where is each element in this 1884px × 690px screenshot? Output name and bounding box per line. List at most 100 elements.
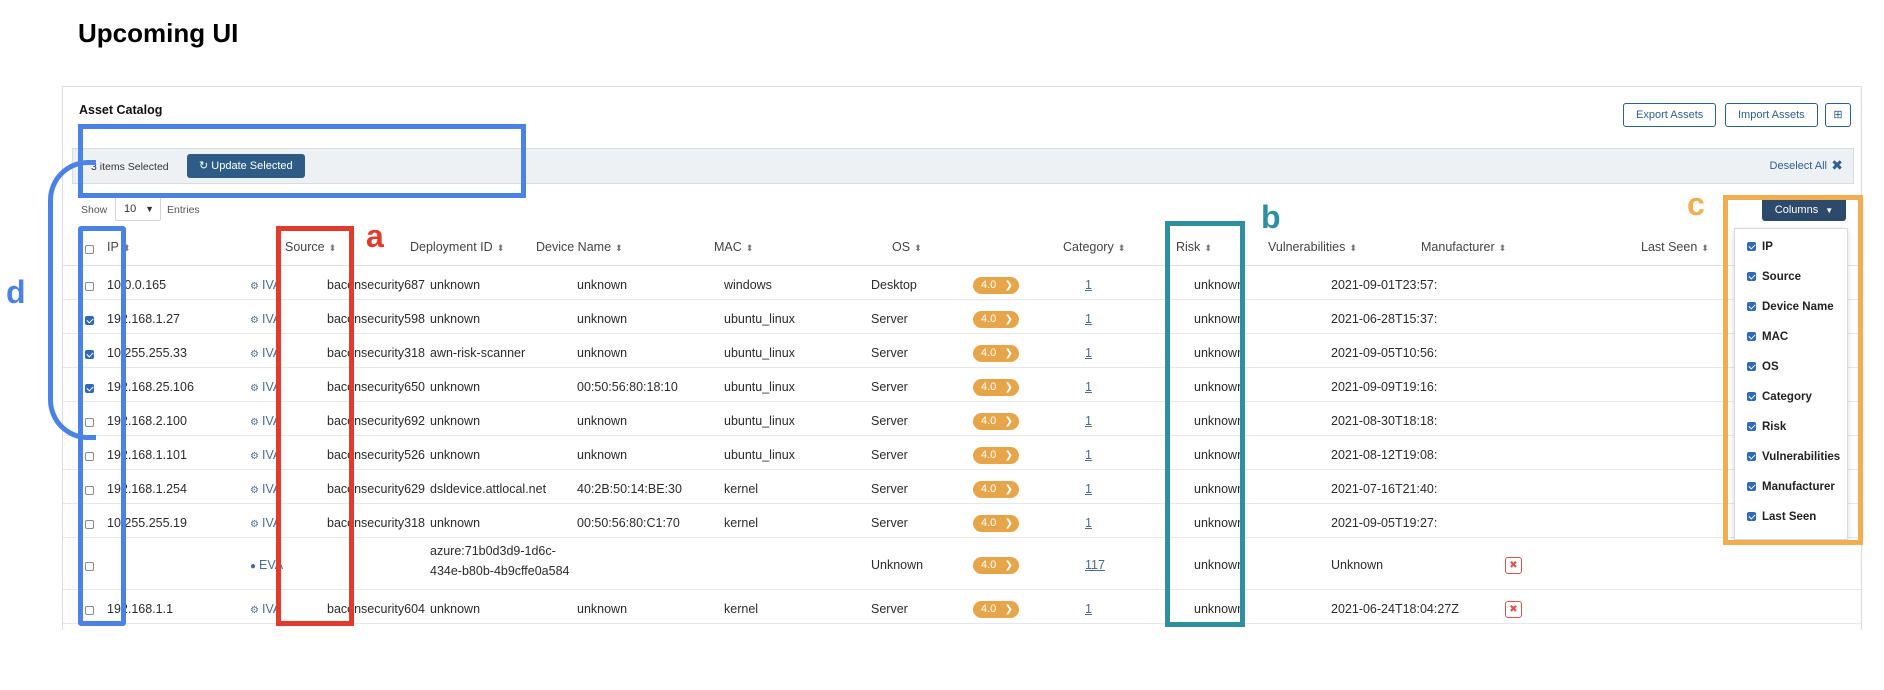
- header-deployment-id[interactable]: Deployment ID ⬍: [410, 240, 504, 254]
- cell-os: ubuntu_linux: [724, 346, 795, 360]
- page-size-value: 10: [124, 203, 137, 215]
- cell-vulnerabilities-link[interactable]: 1: [1085, 346, 1092, 360]
- cell-category: Server: [871, 346, 908, 360]
- header-manufacturer[interactable]: Manufacturer ⬍: [1421, 240, 1506, 254]
- trash-icon[interactable]: ✖: [1505, 601, 1522, 618]
- cell-device-name-line1: azure:71b0d3d9-1d6c-: [430, 544, 556, 558]
- cell-last-seen: 2021-08-12T19:08:: [1331, 448, 1438, 462]
- cell-last-seen: 2021-09-05T10:56:: [1331, 346, 1438, 360]
- cell-category: Server: [871, 380, 908, 394]
- risk-value: 4.0: [981, 449, 997, 461]
- import-assets-button[interactable]: Import Assets: [1725, 103, 1818, 127]
- cell-vulnerabilities-link[interactable]: 1: [1085, 278, 1092, 292]
- cell-category: Server: [871, 414, 908, 428]
- cell-device-name: unknown: [430, 312, 481, 326]
- risk-badge[interactable]: 4.0 ❯: [973, 447, 1019, 464]
- cell-os: ubuntu_linux: [724, 380, 795, 394]
- risk-badge[interactable]: 4.0 ❯: [973, 413, 1019, 430]
- cell-device-name: dsldevice.attlocal.net: [430, 482, 547, 496]
- chevron-right-icon: ❯: [1004, 484, 1013, 495]
- sort-icon: ⬍: [615, 243, 623, 253]
- cell-mac: unknown: [577, 414, 628, 428]
- header-mac[interactable]: MAC ⬍: [714, 240, 753, 254]
- bug-icon: ⚙: [250, 349, 259, 360]
- bug-icon: ⚙: [250, 519, 259, 530]
- cell-category: Unknown: [871, 558, 924, 572]
- cell-os: kernel: [724, 602, 759, 616]
- cell-category: Server: [871, 482, 908, 496]
- risk-badge[interactable]: 4.0 ❯: [973, 481, 1019, 498]
- entries-label: Entries: [167, 204, 200, 216]
- bug-icon: ⚙: [250, 315, 259, 326]
- bug-icon: ⚙: [250, 281, 259, 292]
- cell-category: Server: [871, 516, 908, 530]
- risk-badge[interactable]: 4.0 ❯: [973, 379, 1019, 396]
- cell-vulnerabilities-link[interactable]: 1: [1085, 312, 1092, 326]
- cell-vulnerabilities-link[interactable]: 1: [1085, 380, 1092, 394]
- risk-badge[interactable]: 4.0 ❯: [973, 601, 1019, 618]
- risk-badge[interactable]: 4.0 ❯: [973, 311, 1019, 328]
- risk-value: 4.0: [981, 483, 997, 495]
- cell-device-name: unknown: [430, 516, 481, 530]
- annotation-letter-a: a: [366, 218, 384, 254]
- chevron-right-icon: ❯: [1004, 604, 1013, 615]
- cell-os: kernel: [724, 516, 759, 530]
- cell-vulnerabilities-link[interactable]: 1: [1085, 482, 1092, 496]
- cell-device-name: unknown: [430, 602, 481, 616]
- cell-os: ubuntu_linux: [724, 448, 795, 462]
- sort-icon: ⬍: [745, 243, 754, 253]
- risk-badge[interactable]: 4.0 ❯: [973, 557, 1019, 574]
- risk-value: 4.0: [981, 381, 997, 393]
- cell-vulnerabilities-link[interactable]: 117: [1085, 558, 1105, 572]
- risk-value: 4.0: [981, 347, 997, 359]
- risk-badge[interactable]: 4.0 ❯: [973, 345, 1019, 362]
- cell-mac: unknown: [577, 448, 628, 462]
- header-vulnerabilities[interactable]: Vulnerabilities ⬍: [1268, 240, 1357, 254]
- risk-badge[interactable]: 4.0 ❯: [973, 277, 1019, 294]
- cell-vulnerabilities-link[interactable]: 1: [1085, 516, 1092, 530]
- cell-category: Server: [871, 312, 908, 326]
- cell-os: windows: [724, 278, 772, 292]
- bug-icon: ⚙: [250, 605, 259, 616]
- header-os[interactable]: OS ⬍: [892, 240, 922, 254]
- risk-badge[interactable]: 4.0 ❯: [973, 515, 1019, 532]
- cell-vulnerabilities-link[interactable]: 1: [1085, 602, 1092, 616]
- trash-icon[interactable]: ✖: [1505, 557, 1522, 574]
- cell-last-seen: 2021-09-09T19:16:: [1331, 380, 1438, 394]
- chevron-right-icon: ❯: [1004, 314, 1013, 325]
- deselect-all-link[interactable]: Deselect All: [1770, 160, 1827, 172]
- cell-category: Desktop: [871, 278, 917, 292]
- cell-mac: 40:2B:50:14:BE:30: [577, 482, 682, 496]
- cell-last-seen: Unknown: [1331, 558, 1384, 572]
- chevron-right-icon: ❯: [1004, 280, 1013, 291]
- header-device-name[interactable]: Device Name ⬍: [536, 240, 623, 254]
- cell-device-name: unknown: [430, 380, 481, 394]
- cell-device-name: awn-risk-scanner: [430, 346, 526, 360]
- chevron-right-icon: ❯: [1004, 416, 1013, 427]
- close-icon[interactable]: ✖: [1831, 157, 1843, 174]
- sort-icon: ⬍: [914, 243, 922, 253]
- sort-icon: ⬍: [1117, 243, 1126, 253]
- cell-vulnerabilities-link[interactable]: 1: [1085, 448, 1092, 462]
- bug-icon: ⚙: [250, 417, 259, 428]
- risk-value: 4.0: [981, 603, 997, 615]
- header-last-seen[interactable]: Last Seen ⬍: [1641, 240, 1709, 254]
- cell-vulnerabilities-link[interactable]: 1: [1085, 414, 1092, 428]
- sort-icon: ⬍: [496, 243, 505, 253]
- cell-category: Server: [871, 602, 908, 616]
- cell-mac: 00:50:56:80:18:10: [577, 380, 678, 394]
- risk-value: 4.0: [981, 313, 997, 325]
- cell-os: ubuntu_linux: [724, 312, 795, 326]
- export-assets-button[interactable]: Export Assets: [1623, 103, 1717, 127]
- annotation-box-source: [276, 226, 354, 626]
- risk-value: 4.0: [981, 517, 997, 529]
- annotation-letter-b: b: [1261, 199, 1281, 235]
- cell-device-name: unknown: [430, 448, 481, 462]
- page-size-select[interactable]: 10 ▼: [115, 197, 161, 221]
- cell-last-seen: 2021-09-05T19:27:: [1331, 516, 1438, 530]
- sort-icon: ⬍: [1701, 243, 1709, 253]
- chevron-right-icon: ❯: [1004, 518, 1013, 529]
- table-grid-icon[interactable]: ⊞: [1825, 103, 1851, 127]
- header-category[interactable]: Category ⬍: [1063, 240, 1125, 254]
- annotation-box-selection: [78, 124, 526, 198]
